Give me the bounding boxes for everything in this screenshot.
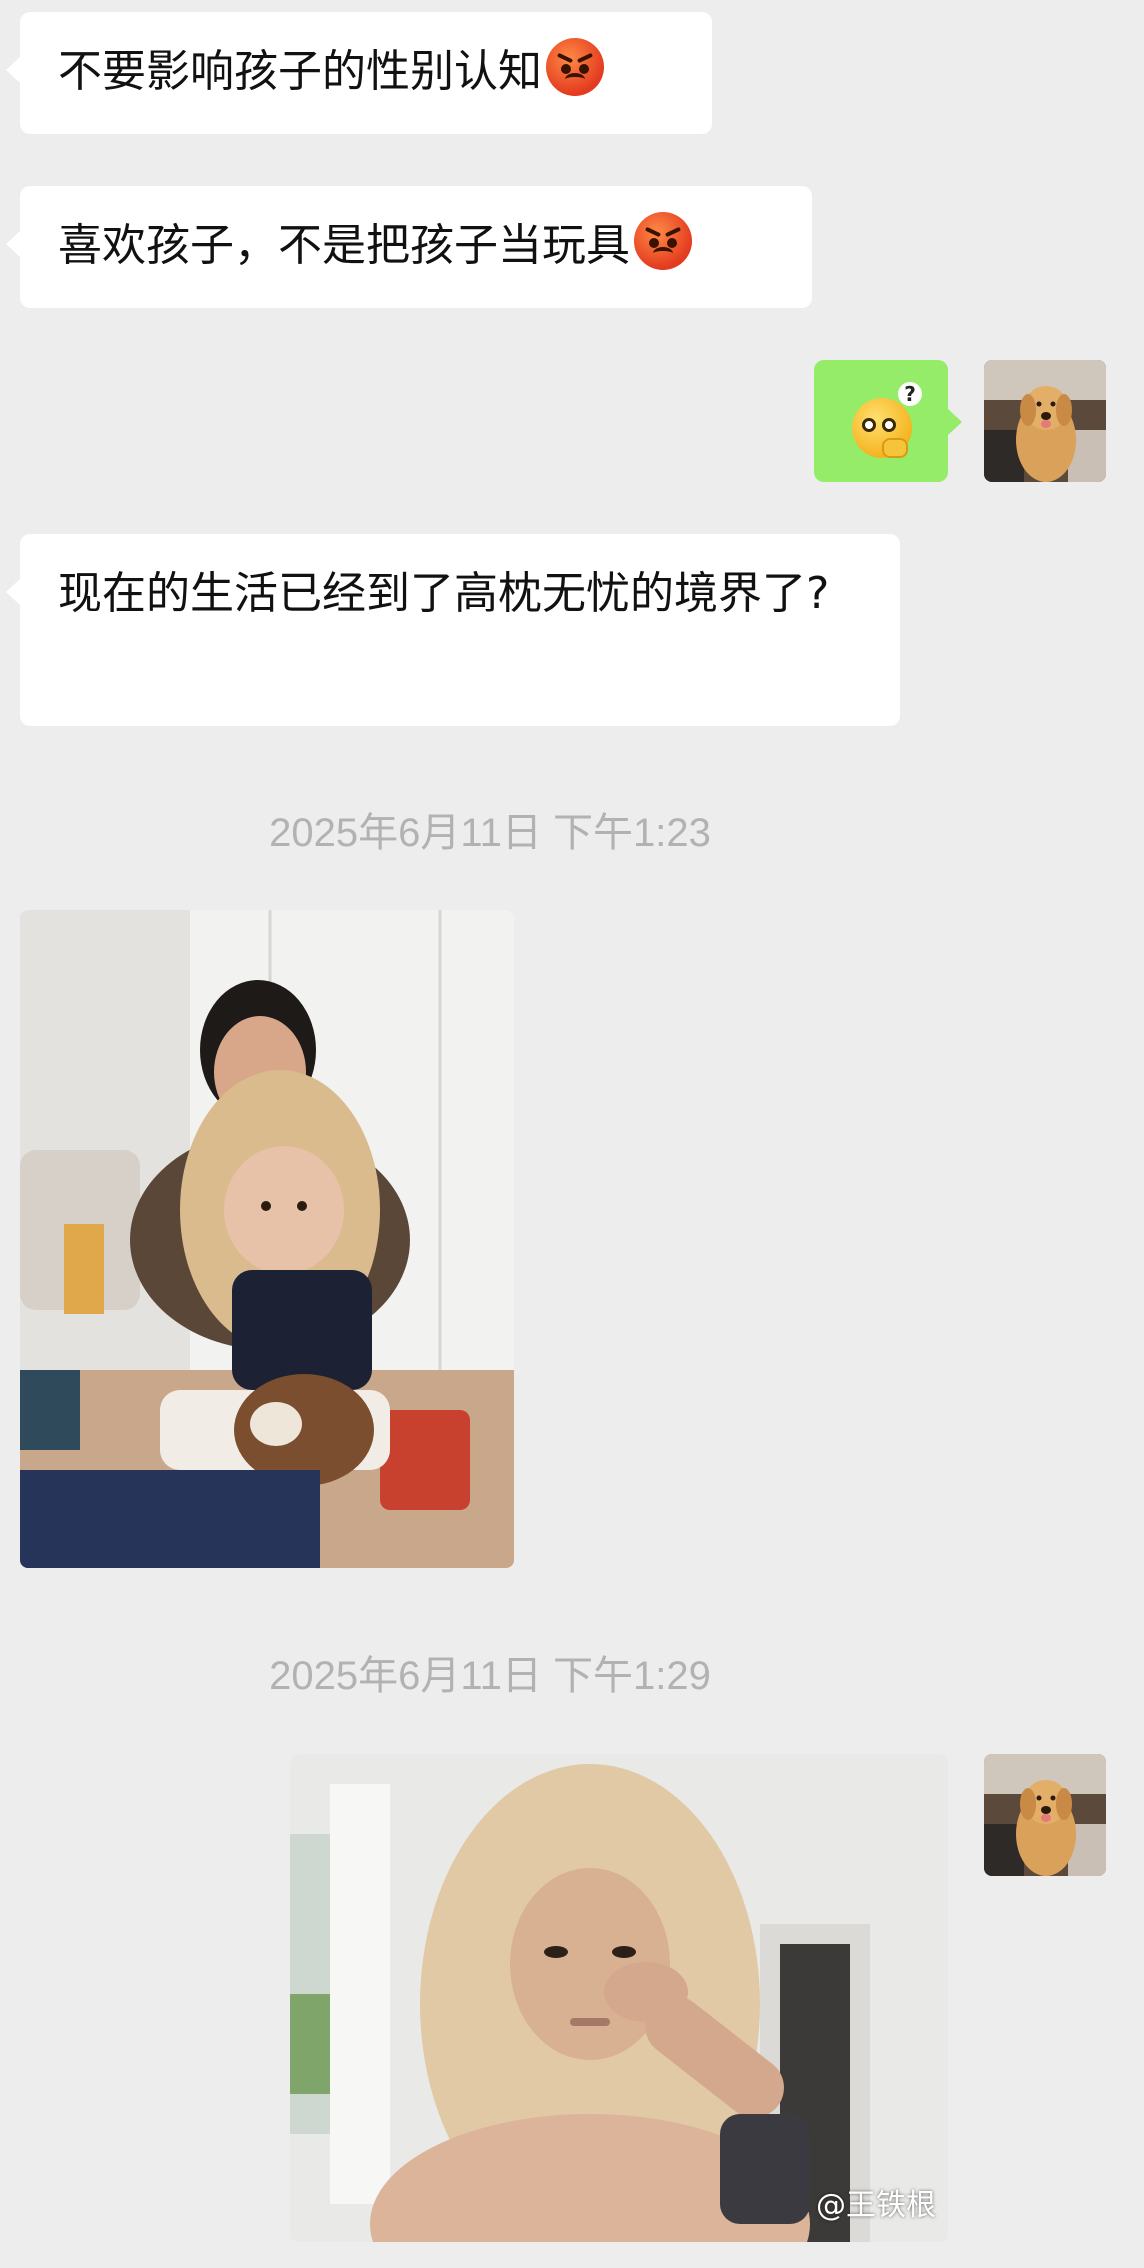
message-text: 喜欢孩子，不是把孩子当玩具 (58, 220, 630, 271)
incoming-message[interactable]: 不要影响孩子的性别认知 (6, 12, 712, 134)
photo-woman-holding-child-in-wig (20, 910, 514, 1568)
message-text: 现在的生活已经到了高枕无忧的境界了? (58, 568, 830, 619)
outgoing-message[interactable]: ? (814, 360, 962, 482)
timestamp: 2025年6月11日 下午1:29 (269, 1654, 711, 1698)
thinking-face-question-icon: ? (852, 382, 922, 458)
own-avatar[interactable] (984, 360, 1106, 482)
photo-person-in-blonde-wig-pointing (290, 1754, 948, 2242)
golden-retriever-avatar-icon (984, 1754, 1106, 1876)
angry-face-icon (546, 38, 604, 96)
outgoing-photo[interactable]: @王铁根 (290, 1754, 948, 2242)
incoming-photo[interactable] (20, 910, 514, 1568)
timestamp: 2025年6月11日 下午1:23 (269, 811, 711, 855)
golden-retriever-avatar-icon (984, 360, 1106, 482)
angry-face-icon (634, 212, 692, 270)
own-avatar[interactable] (984, 1754, 1106, 1876)
incoming-message[interactable]: 现在的生活已经到了高枕无忧的境界了? (6, 534, 900, 726)
incoming-message[interactable]: 喜欢孩子，不是把孩子当玩具 (6, 186, 812, 308)
weibo-watermark: @王铁根 (816, 2188, 936, 2223)
message-text: 不要影响孩子的性别认知 (58, 46, 542, 97)
